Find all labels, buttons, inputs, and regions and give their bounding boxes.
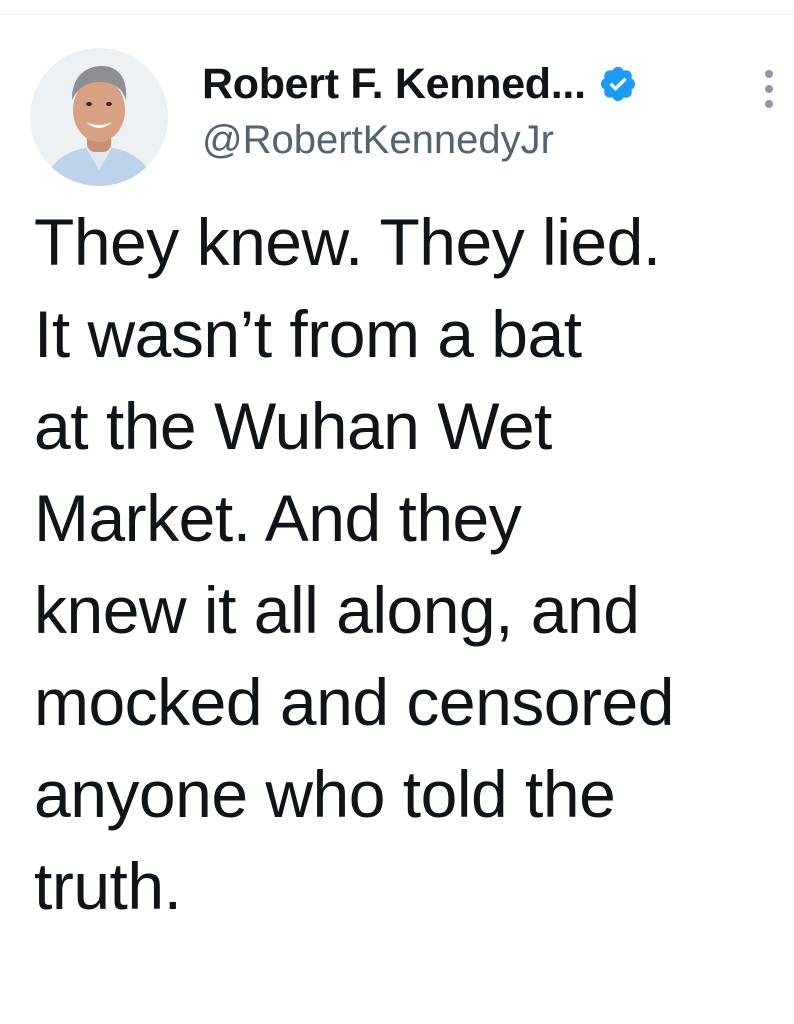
tweet-text-line: They knew. They lied. [34,205,661,279]
tweet-text-line: It wasn’t from a bat [34,297,582,371]
verified-badge-icon [598,64,638,104]
tweet-text-line: knew it all along, and [34,573,640,647]
tweet-text-line: at the Wuhan Wet [34,389,552,463]
avatar[interactable] [30,48,168,186]
tweet-text-line: anyone who told the [34,757,616,831]
tweet-text: They knew. They lied. It wasn’t from a b… [34,196,779,932]
tweet-text-line: mocked and censored [34,665,674,739]
tweet-text-line: Market. And they [34,481,522,555]
top-divider [0,14,794,15]
avatar-image [30,48,168,186]
author-handle[interactable]: @RobertKennedyJr [202,118,554,163]
author-display-name[interactable]: Robert F. Kenned... [202,60,586,109]
more-vertical-icon[interactable] [758,70,780,110]
tweet-text-line: truth. [34,849,182,923]
author-name-row[interactable]: Robert F. Kenned... [202,58,638,110]
